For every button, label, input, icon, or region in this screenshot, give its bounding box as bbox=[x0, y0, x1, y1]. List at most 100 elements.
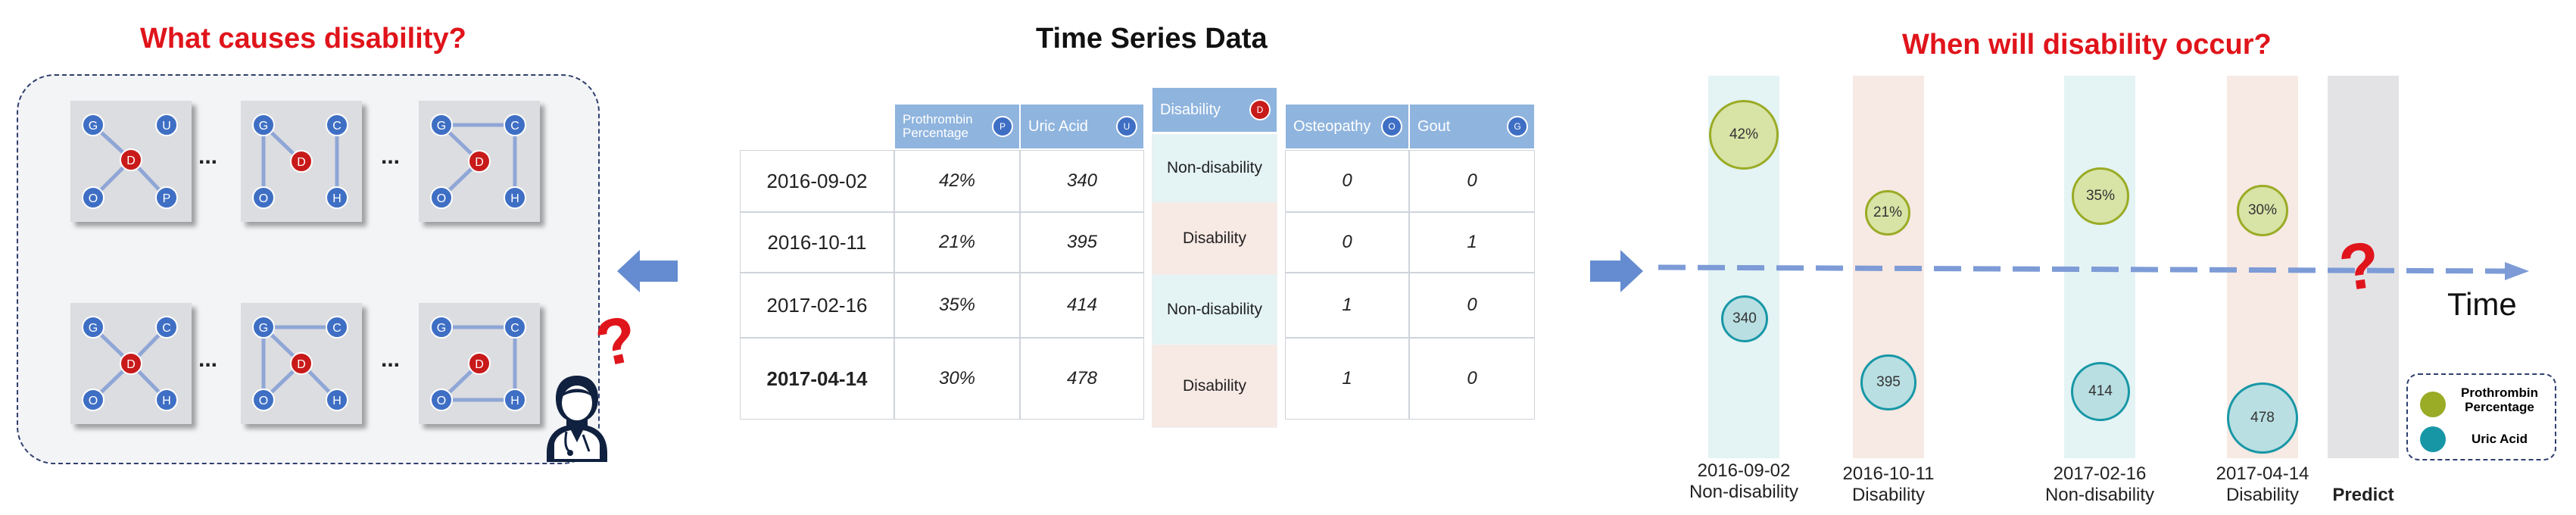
prothrombin-point: 21% bbox=[1865, 190, 1910, 236]
column-header-disability: Disability D bbox=[1152, 87, 1277, 133]
causal-graph-tile: G C D O H bbox=[419, 303, 540, 424]
column-header-gout: Gout G bbox=[1409, 104, 1535, 149]
timeline-status: Non-disability bbox=[2044, 485, 2155, 505]
timeline-status: Non-disability bbox=[1689, 482, 1799, 502]
timeline-label: 2017-02-16 Non-disability bbox=[2045, 464, 2154, 506]
uric-acid-point: 478 bbox=[2227, 382, 2298, 454]
node-label: C bbox=[332, 120, 341, 133]
node-label: G bbox=[259, 322, 268, 335]
table-cell-osteopathy: 1 bbox=[1285, 338, 1409, 420]
node-label: D bbox=[475, 358, 484, 371]
column-badge: D bbox=[1249, 99, 1271, 120]
table-cell-disability: Non-disability bbox=[1152, 134, 1277, 202]
right-pointing-arrow-icon bbox=[1590, 250, 1643, 296]
table-cell-disability: Disability bbox=[1152, 202, 1277, 275]
column-header-label: Osteopathy bbox=[1293, 117, 1371, 135]
causal-graph-tile: G C D O H bbox=[70, 303, 192, 424]
node-label: H bbox=[162, 395, 171, 407]
timeline-status: Disability bbox=[1851, 485, 1926, 505]
table-cell-gout: 0 bbox=[1409, 150, 1535, 212]
node-label: C bbox=[510, 322, 519, 335]
ellipsis: ... bbox=[381, 144, 401, 169]
table-cell-uric-acid: 395 bbox=[1020, 212, 1144, 273]
node-label: D bbox=[126, 358, 136, 371]
legend-swatch-uric-acid bbox=[2420, 426, 2446, 452]
table-cell-osteopathy: 0 bbox=[1285, 212, 1409, 273]
timeline-date: 2017-04-14 bbox=[2216, 464, 2309, 484]
legend-label: Uric Acid bbox=[2471, 432, 2528, 446]
node-label: D bbox=[297, 156, 306, 169]
column-header-label: Disability bbox=[1160, 101, 1221, 118]
legend-label: Prothrombin Percentage bbox=[2461, 385, 2538, 414]
table-cell-prothrombin: 30% bbox=[894, 338, 1020, 420]
node-label: G bbox=[437, 322, 446, 335]
column-badge: P bbox=[992, 116, 1013, 137]
node-label: O bbox=[437, 192, 446, 205]
node-label: O bbox=[437, 395, 446, 407]
node-label: C bbox=[162, 322, 171, 335]
column-badge: O bbox=[1381, 116, 1402, 137]
timeline-label: 2017-04-14 Disability bbox=[2216, 464, 2309, 506]
right-title: When will disability occur? bbox=[1902, 29, 2272, 61]
uric-acid-point: 414 bbox=[2071, 362, 2130, 421]
table-cell-date: 2017-04-14 bbox=[740, 338, 894, 420]
table-cell-uric-acid: 340 bbox=[1020, 150, 1144, 212]
node-label: U bbox=[162, 120, 171, 133]
prothrombin-point: 35% bbox=[2072, 167, 2129, 225]
node-label: O bbox=[89, 395, 98, 407]
column-badge: U bbox=[1116, 116, 1137, 137]
node-label: C bbox=[332, 322, 341, 335]
node-label: H bbox=[510, 192, 519, 205]
time-axis-arrow bbox=[1658, 256, 2529, 290]
timeline-status: Disability bbox=[2225, 485, 2300, 505]
table-cell-uric-acid: 478 bbox=[1020, 338, 1144, 420]
node-label: D bbox=[297, 358, 306, 371]
ellipsis: ... bbox=[198, 347, 218, 372]
prothrombin-point: 42% bbox=[1709, 100, 1779, 170]
column-header-osteopathy: Osteopathy O bbox=[1285, 104, 1409, 149]
prothrombin-point: 30% bbox=[2237, 185, 2288, 236]
column-badge: G bbox=[1507, 116, 1528, 137]
node-label: G bbox=[89, 322, 98, 335]
left-pointing-arrow-icon bbox=[617, 250, 678, 296]
doctor-icon bbox=[539, 370, 615, 468]
ellipsis: ... bbox=[381, 347, 401, 372]
table-cell-date: 2017-02-16 bbox=[740, 273, 894, 338]
column-header-label: Prothrombin Percentage bbox=[903, 112, 973, 140]
uric-acid-point: 395 bbox=[1860, 354, 1916, 410]
table-cell-gout: 1 bbox=[1409, 212, 1535, 273]
causal-graph: G C D O H bbox=[430, 316, 526, 411]
table-cell-osteopathy: 1 bbox=[1285, 273, 1409, 338]
causal-graph: G C D O H bbox=[82, 316, 178, 411]
node-label: G bbox=[259, 120, 268, 133]
causal-graph-tile: G C D O H bbox=[241, 101, 362, 222]
node-label: H bbox=[332, 192, 341, 205]
column-header-label: Uric Acid bbox=[1028, 117, 1088, 135]
predict-label: Predict bbox=[2332, 485, 2394, 505]
node-label: C bbox=[510, 120, 519, 133]
timeline-label: 2016-10-11 Disability bbox=[1843, 464, 1935, 506]
table-cell-uric-acid: 414 bbox=[1020, 273, 1144, 338]
causal-graph: G C D O H bbox=[252, 114, 348, 209]
table-cell-disability: Disability bbox=[1152, 345, 1277, 428]
table-cell-date: 2016-10-11 bbox=[740, 212, 894, 273]
table-cell-gout: 0 bbox=[1409, 338, 1535, 420]
left-title: What causes disability? bbox=[140, 23, 466, 55]
table-cell-prothrombin: 42% bbox=[894, 150, 1020, 212]
causal-graph: G U D O P bbox=[82, 114, 178, 209]
time-label: Time bbox=[2447, 286, 2517, 322]
node-label: H bbox=[510, 395, 519, 407]
causal-graph-tile: G C D O H bbox=[241, 303, 362, 424]
table-cell-osteopathy: 0 bbox=[1285, 150, 1409, 212]
causal-graph: G C D O H bbox=[430, 114, 526, 209]
causal-graph-tile: G U D O P bbox=[70, 101, 192, 222]
node-label: O bbox=[259, 192, 268, 205]
timeline-date: 2016-10-11 bbox=[1842, 464, 1935, 484]
causal-graph-tile: G C D O H bbox=[419, 101, 540, 222]
legend-swatch-prothrombin bbox=[2420, 392, 2446, 417]
node-label: O bbox=[89, 192, 98, 205]
node-label: G bbox=[89, 120, 98, 133]
timeline-date: 2017-02-16 bbox=[2053, 464, 2147, 484]
table-cell-prothrombin: 21% bbox=[894, 212, 1020, 273]
table-cell-prothrombin: 35% bbox=[894, 273, 1020, 338]
